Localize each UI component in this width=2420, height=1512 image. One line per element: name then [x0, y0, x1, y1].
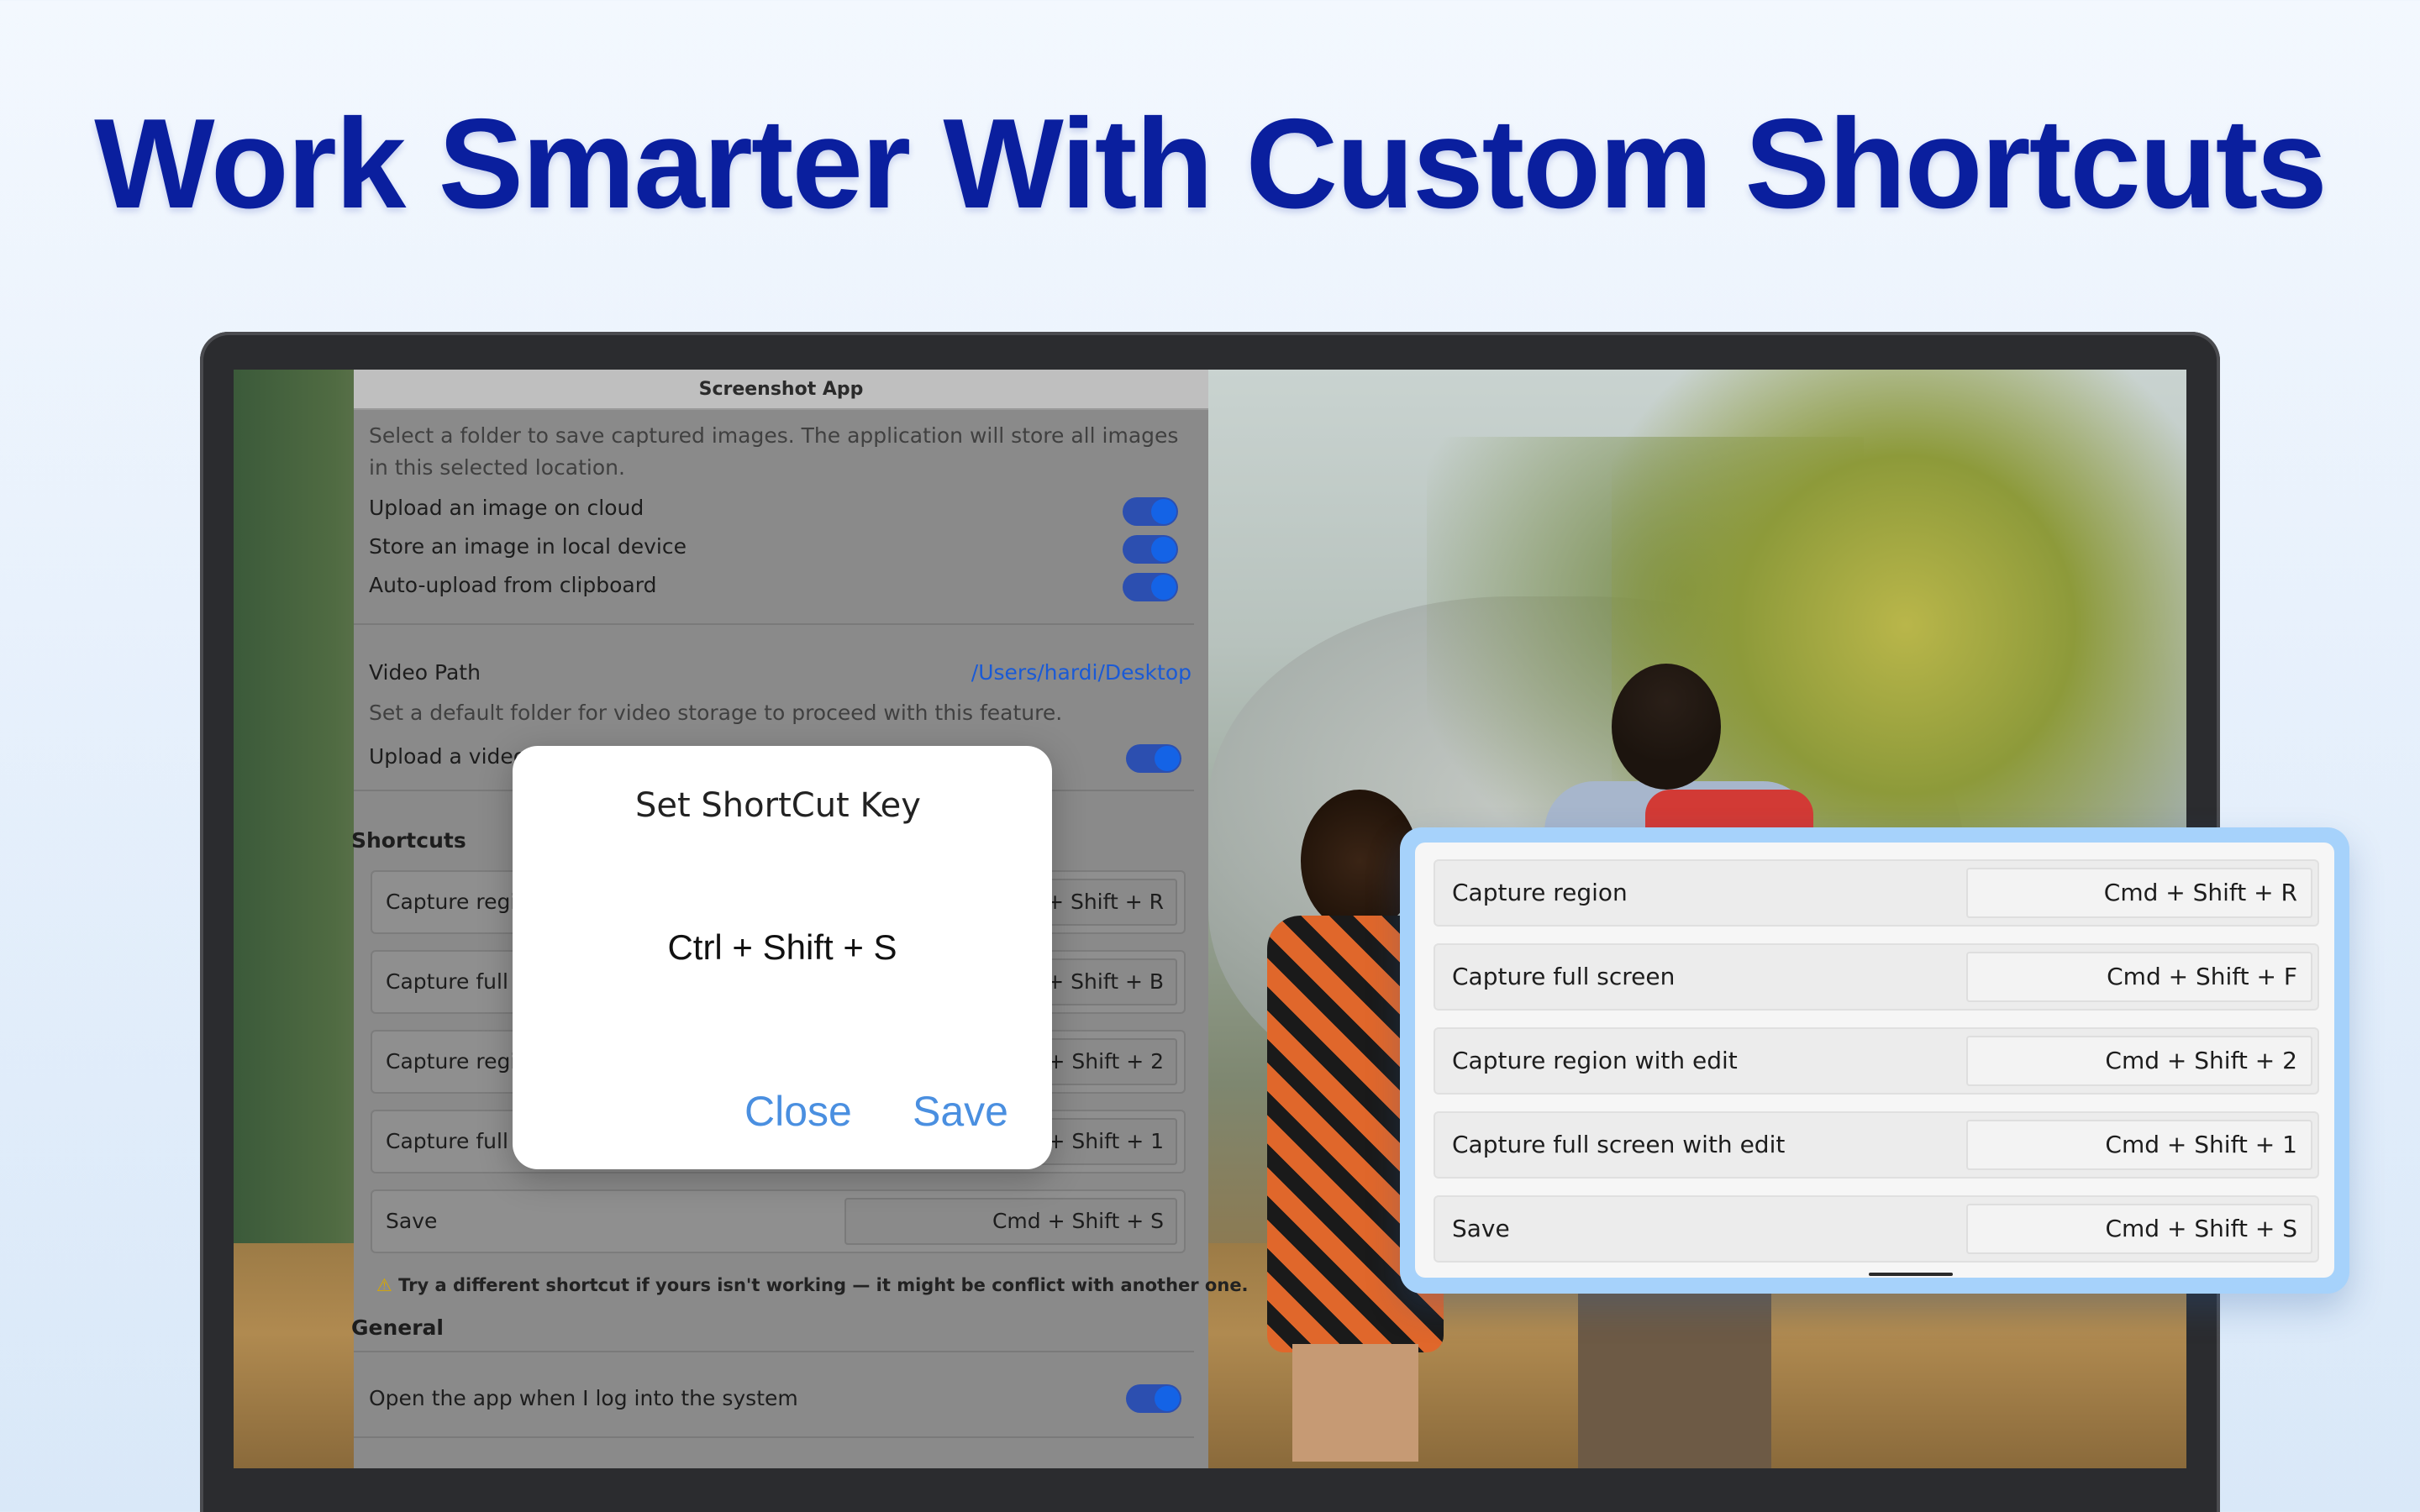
video-folder-description: Set a default folder for video storage t…	[369, 701, 1063, 725]
scroll-indicator	[1869, 1273, 1953, 1276]
shortcut-key-field[interactable]: Cmd + Shift + F	[1966, 952, 2312, 1002]
shortcut-label: Capture region	[1452, 879, 1628, 906]
shortcut-key-field[interactable]: Cmd + Shift + 2	[1966, 1036, 2312, 1086]
warning-icon: ⚠	[376, 1275, 392, 1295]
shortcut-row: Capture region with edit Cmd + Shift + 2	[1434, 1027, 2319, 1095]
shortcuts-card: Capture region Cmd + Shift + R Capture f…	[1400, 827, 2349, 1294]
toggle-store-local[interactable]	[1123, 535, 1178, 564]
shortcut-label: Capture full screen	[1452, 963, 1676, 990]
divider	[354, 1351, 1194, 1352]
dialog-title: Set ShortCut Key	[635, 786, 921, 825]
shortcut-warning: ⚠ Try a different shortcut if yours isn'…	[376, 1275, 1249, 1295]
toggle-upload-video[interactable]	[1126, 744, 1181, 773]
toggle-row-local: Store an image in local device	[369, 534, 1201, 568]
save-button[interactable]: Save	[913, 1087, 1008, 1136]
set-shortcut-dialog: Set ShortCut Key Ctrl + Shift + S Close …	[513, 746, 1052, 1169]
shortcut-label: Capture full screen with edit	[1452, 1131, 1786, 1158]
shortcut-row: Save Cmd + Shift + S	[371, 1189, 1186, 1253]
page-headline: Work Smarter With Custom Shortcuts	[94, 92, 2328, 235]
shortcut-key-field[interactable]: Cmd + Shift + R	[1966, 868, 2312, 918]
shortcuts-list: Capture region Cmd + Shift + R Capture f…	[1415, 843, 2334, 1278]
shortcut-row: Capture region Cmd + Shift + R	[1434, 859, 2319, 927]
general-heading: General	[351, 1315, 444, 1340]
toggle-open-on-login[interactable]	[1126, 1384, 1181, 1413]
shortcut-label: Capture region with edit	[1452, 1047, 1738, 1074]
close-button[interactable]: Close	[744, 1087, 852, 1136]
toggle-label: Store an image in local device	[369, 534, 687, 559]
general-toggle-label: Open the app when I log into the system	[369, 1386, 798, 1410]
video-path-link[interactable]: /Users/hardi/Desktop	[965, 660, 1192, 685]
toggle-row-cloud: Upload an image on cloud	[369, 496, 1201, 529]
captured-shortcut: Ctrl + Shift + S	[667, 927, 897, 967]
shortcut-row: Save Cmd + Shift + S	[1434, 1195, 2319, 1263]
divider	[354, 623, 1194, 625]
warning-text: Try a different shortcut if yours isn't …	[398, 1275, 1249, 1295]
shortcuts-heading: Shortcuts	[351, 828, 466, 853]
toggle-label: Auto-upload from clipboard	[369, 573, 657, 597]
shortcut-row: Capture full screen Cmd + Shift + F	[1434, 943, 2319, 1011]
shortcut-key-field[interactable]: Cmd + Shift + S	[844, 1198, 1177, 1245]
image-folder-description: Select a folder to save captured images.…	[369, 423, 1179, 480]
toggle-row-clipboard: Auto-upload from clipboard	[369, 573, 1201, 606]
shortcut-key-field[interactable]: Cmd + Shift + S	[1966, 1204, 2312, 1254]
shortcut-label: Save	[1452, 1215, 1510, 1242]
window-title: Screenshot App	[354, 370, 1208, 410]
divider	[354, 1436, 1194, 1438]
shortcut-key-field[interactable]: Cmd + Shift + 1	[1966, 1120, 2312, 1170]
toggle-label: Upload an image on cloud	[369, 496, 644, 520]
toggle-auto-upload[interactable]	[1123, 573, 1178, 601]
shortcut-row: Capture full screen with edit Cmd + Shif…	[1434, 1111, 2319, 1179]
toggle-upload-cloud[interactable]	[1123, 497, 1178, 526]
shortcut-label: Save	[386, 1209, 438, 1233]
